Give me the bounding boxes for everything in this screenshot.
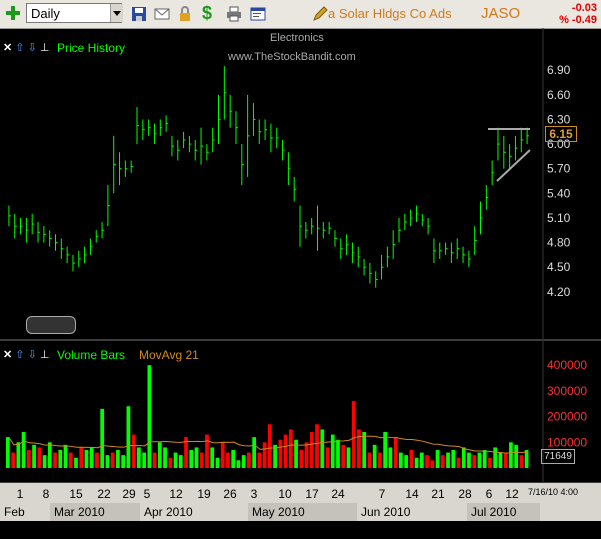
date-tick: 5 [143,487,151,501]
date-tick: 24 [331,487,345,501]
date-tick: 21 [431,487,445,501]
date-tick: 14 [405,487,419,501]
date-stamp: 7/16/10 4:00 [528,487,579,497]
date-tick: 22 [97,487,111,501]
month-label: Jun 2010 [357,503,467,521]
date-tick: 28 [458,487,472,501]
date-tick: 7 [378,487,386,501]
last-volume-badge: 71649 [541,449,575,464]
arrow-down-icon[interactable]: ⇩ [28,349,37,361]
date-tick: 12 [169,487,183,501]
date-tick: 26 [223,487,237,501]
date-tick: 19 [197,487,211,501]
month-label: Apr 2010 [140,503,248,521]
date-tick: 10 [278,487,292,501]
date-tick: 3 [250,487,258,501]
date-tick: 29 [122,487,136,501]
month-label: Mar 2010 [50,503,140,521]
date-tick: 15 [69,487,83,501]
close-icon[interactable]: ✕ [3,349,12,361]
moving-average-label: MovAvg 21 [139,348,199,362]
date-axis: 1 8 15 22 29 5 12 19 26 3 10 17 24 7 14 21 28 6 12 7/16/10… [0,483,601,537]
date-tick: 1 [16,487,24,501]
date-tick: 12 [505,487,519,501]
date-tick: 17 [305,487,319,501]
last-price-badge: 6.15 [545,126,577,142]
scroll-pill[interactable] [26,316,76,334]
arrow-up-icon[interactable]: ⇧ [15,349,24,361]
month-label: Jul 2010 [467,503,540,521]
pin-icon[interactable]: ⊥ [40,349,50,361]
support-line [496,149,531,182]
date-tick: 8 [42,487,50,501]
month-label: Feb 2010 [0,503,50,537]
date-tick: 6 [485,487,493,501]
volume-panel-controls[interactable]: ✕ ⇧ ⇩ ⊥ [3,348,49,361]
trendlines [0,28,601,484]
month-label: May 2010 [248,503,357,521]
day-ticks: 1 8 15 22 29 5 12 19 26 3 10 17 24 7 14 21 28 6 12 [0,485,601,501]
volume-panel-title: Volume Bars [57,348,126,362]
